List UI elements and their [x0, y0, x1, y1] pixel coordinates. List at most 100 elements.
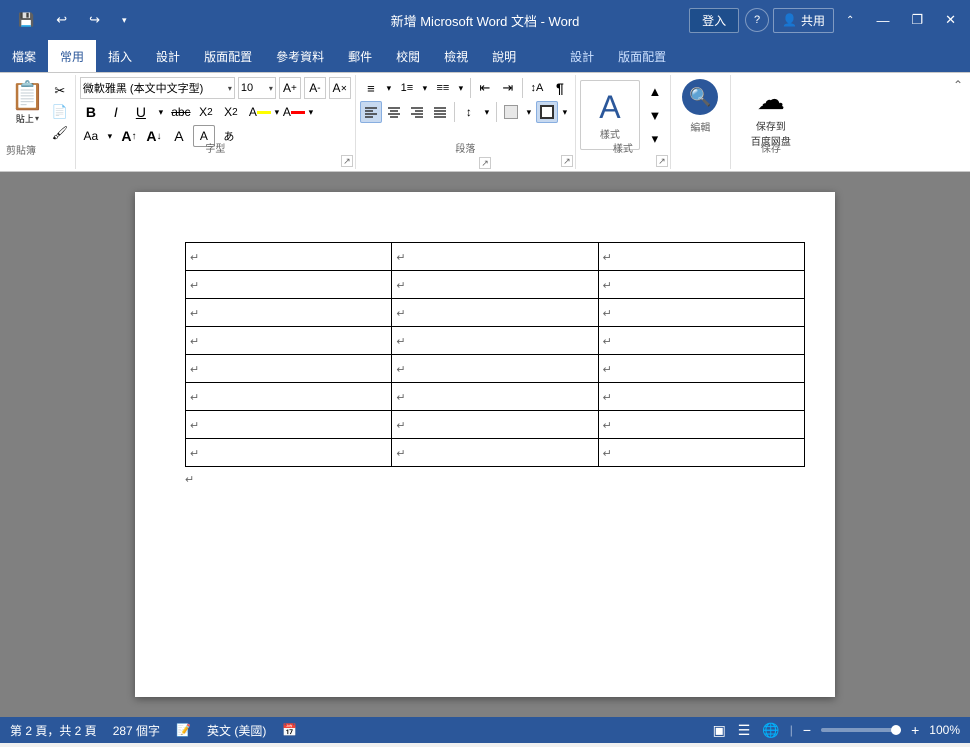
text-case-dropdown[interactable]: ▾	[105, 125, 115, 147]
align-left-button[interactable]	[360, 101, 382, 123]
clear-format-button[interactable]: A✕	[329, 77, 351, 99]
quick-save-icon[interactable]: 💾	[8, 8, 44, 32]
menu-mailings[interactable]: 郵件	[336, 40, 384, 72]
ribbon-toggle-icon[interactable]: ⌃	[836, 11, 864, 30]
superscript-button[interactable]: X2	[220, 101, 242, 123]
page-info[interactable]: 第 2 頁，共 2 頁	[10, 722, 97, 739]
menu-file[interactable]: 檔案	[0, 40, 48, 72]
multilevel-button[interactable]: ≡≡	[432, 77, 454, 99]
table-cell[interactable]: ↵	[598, 355, 804, 383]
table-cell[interactable]: ↵	[598, 327, 804, 355]
undo-icon[interactable]: ↩	[46, 8, 77, 32]
language-info[interactable]: 英文 (美國)	[207, 722, 266, 739]
word-count[interactable]: 287 個字	[113, 722, 160, 739]
table-cell[interactable]: ↵	[392, 271, 598, 299]
table-cell[interactable]: ↵	[392, 439, 598, 467]
font-size-decrease-button[interactable]: A-	[304, 77, 326, 99]
border-button[interactable]	[536, 101, 558, 123]
view-normal-button[interactable]: ▣	[711, 722, 728, 739]
zoom-level[interactable]: 100%	[929, 723, 960, 737]
menu-design[interactable]: 設計	[144, 40, 192, 72]
underline-button[interactable]: U	[130, 101, 152, 123]
bold-button[interactable]: B	[80, 101, 102, 123]
font-name-select[interactable]: 微軟雅黑 (本文中文字型) ▾	[80, 77, 235, 99]
menu-table-layout[interactable]: 版面配置	[606, 40, 678, 72]
table-cell[interactable]: ↵	[186, 327, 392, 355]
border-dropdown[interactable]: ▾	[559, 101, 571, 123]
menu-references[interactable]: 參考資料	[264, 40, 336, 72]
table-cell[interactable]: ↵	[392, 355, 598, 383]
font-size-larger[interactable]: A↑	[118, 125, 140, 147]
line-spacing-button[interactable]: ↕	[458, 101, 480, 123]
highlight-dropdown[interactable]: ▾	[272, 101, 282, 123]
text-case-button[interactable]: Aa	[80, 125, 102, 147]
decrease-indent-button[interactable]: ⇤	[474, 77, 496, 99]
font-color-dropdown[interactable]: ▾	[306, 101, 316, 123]
restore-button[interactable]: ❐	[901, 8, 933, 32]
style-scroll-down[interactable]: ▼	[644, 104, 666, 126]
copy-button[interactable]: 📄	[49, 102, 71, 122]
table-cell[interactable]: ↵	[186, 355, 392, 383]
table-cell[interactable]: ↵	[392, 327, 598, 355]
table-cell[interactable]: ↵	[598, 299, 804, 327]
ribbon-collapse-button[interactable]: ⌃	[950, 77, 966, 93]
share-button[interactable]: 👤 共用	[773, 8, 834, 33]
show-marks-button[interactable]: ¶	[549, 77, 571, 99]
style-expand[interactable]: ▾	[644, 128, 666, 150]
shading-button[interactable]	[500, 101, 522, 123]
menu-help[interactable]: 說明	[480, 40, 528, 72]
menu-insert[interactable]: 插入	[96, 40, 144, 72]
italic-button[interactable]: I	[105, 101, 127, 123]
table-cell[interactable]: ↵	[186, 383, 392, 411]
subscript-button[interactable]: X2	[195, 101, 217, 123]
table-cell[interactable]: ↵	[186, 271, 392, 299]
font-highlight-button[interactable]: A	[249, 101, 271, 123]
menu-home[interactable]: 常用	[48, 40, 96, 72]
align-right-button[interactable]	[406, 101, 428, 123]
align-center-button[interactable]	[383, 101, 405, 123]
font-special-button[interactable]: A	[168, 125, 190, 147]
table-cell[interactable]: ↵	[186, 439, 392, 467]
zoom-in-button[interactable]: +	[909, 722, 921, 738]
menu-view[interactable]: 檢視	[432, 40, 480, 72]
cut-button[interactable]: ✂	[49, 81, 71, 101]
line-spacing-dropdown[interactable]: ▾	[481, 101, 493, 123]
style-scroll-up[interactable]: ▲	[644, 80, 666, 102]
table-cell[interactable]: ↵	[598, 383, 804, 411]
bullets-dropdown[interactable]: ▾	[383, 77, 395, 99]
justify-button[interactable]	[429, 101, 451, 123]
sort-button[interactable]: ↕A	[526, 77, 548, 99]
close-button[interactable]: ✕	[935, 8, 966, 32]
font-size-select[interactable]: 10 ▾	[238, 77, 276, 99]
table-cell[interactable]: ↵	[598, 243, 804, 271]
document-area[interactable]: ↵ ↵ ↵ ↵ ↵ ↵ ↵ ↵ ↵ ↵	[0, 172, 970, 717]
table-cell[interactable]: ↵	[598, 271, 804, 299]
underline-dropdown[interactable]: ▾	[155, 101, 167, 123]
minimize-button[interactable]: —	[866, 9, 899, 32]
strikethrough-button[interactable]: abc	[170, 101, 192, 123]
table-cell[interactable]: ↵	[392, 383, 598, 411]
table-cell[interactable]: ↵	[392, 411, 598, 439]
zoom-slider[interactable]	[821, 728, 901, 732]
numbering-dropdown[interactable]: ▾	[419, 77, 431, 99]
quick-access-more[interactable]: ▾	[112, 11, 137, 30]
paste-dropdown[interactable]: 貼上 ▾	[16, 112, 39, 125]
view-web-button[interactable]: 🌐	[760, 722, 781, 739]
table-cell[interactable]: ↵	[598, 411, 804, 439]
bullets-button[interactable]: ≡	[360, 77, 382, 99]
paragraph-expand-icon[interactable]: ↗	[561, 155, 573, 167]
font-size-increase-button[interactable]: A+	[279, 77, 301, 99]
menu-table-design[interactable]: 設計	[558, 40, 606, 72]
paste-button[interactable]: 📋 貼上 ▾	[8, 79, 47, 127]
table-cell[interactable]: ↵	[186, 243, 392, 271]
redo-icon[interactable]: ↪	[79, 8, 110, 32]
table-cell[interactable]: ↵	[392, 299, 598, 327]
font-color-button[interactable]: A	[283, 101, 305, 123]
help-icon[interactable]: ?	[745, 8, 769, 32]
table-cell[interactable]: ↵	[186, 299, 392, 327]
format-painter-button[interactable]: 🖌	[49, 123, 71, 143]
menu-review[interactable]: 校閱	[384, 40, 432, 72]
table-cell[interactable]: ↵	[186, 411, 392, 439]
zoom-out-button[interactable]: −	[801, 722, 813, 738]
table-cell[interactable]: ↵	[598, 439, 804, 467]
